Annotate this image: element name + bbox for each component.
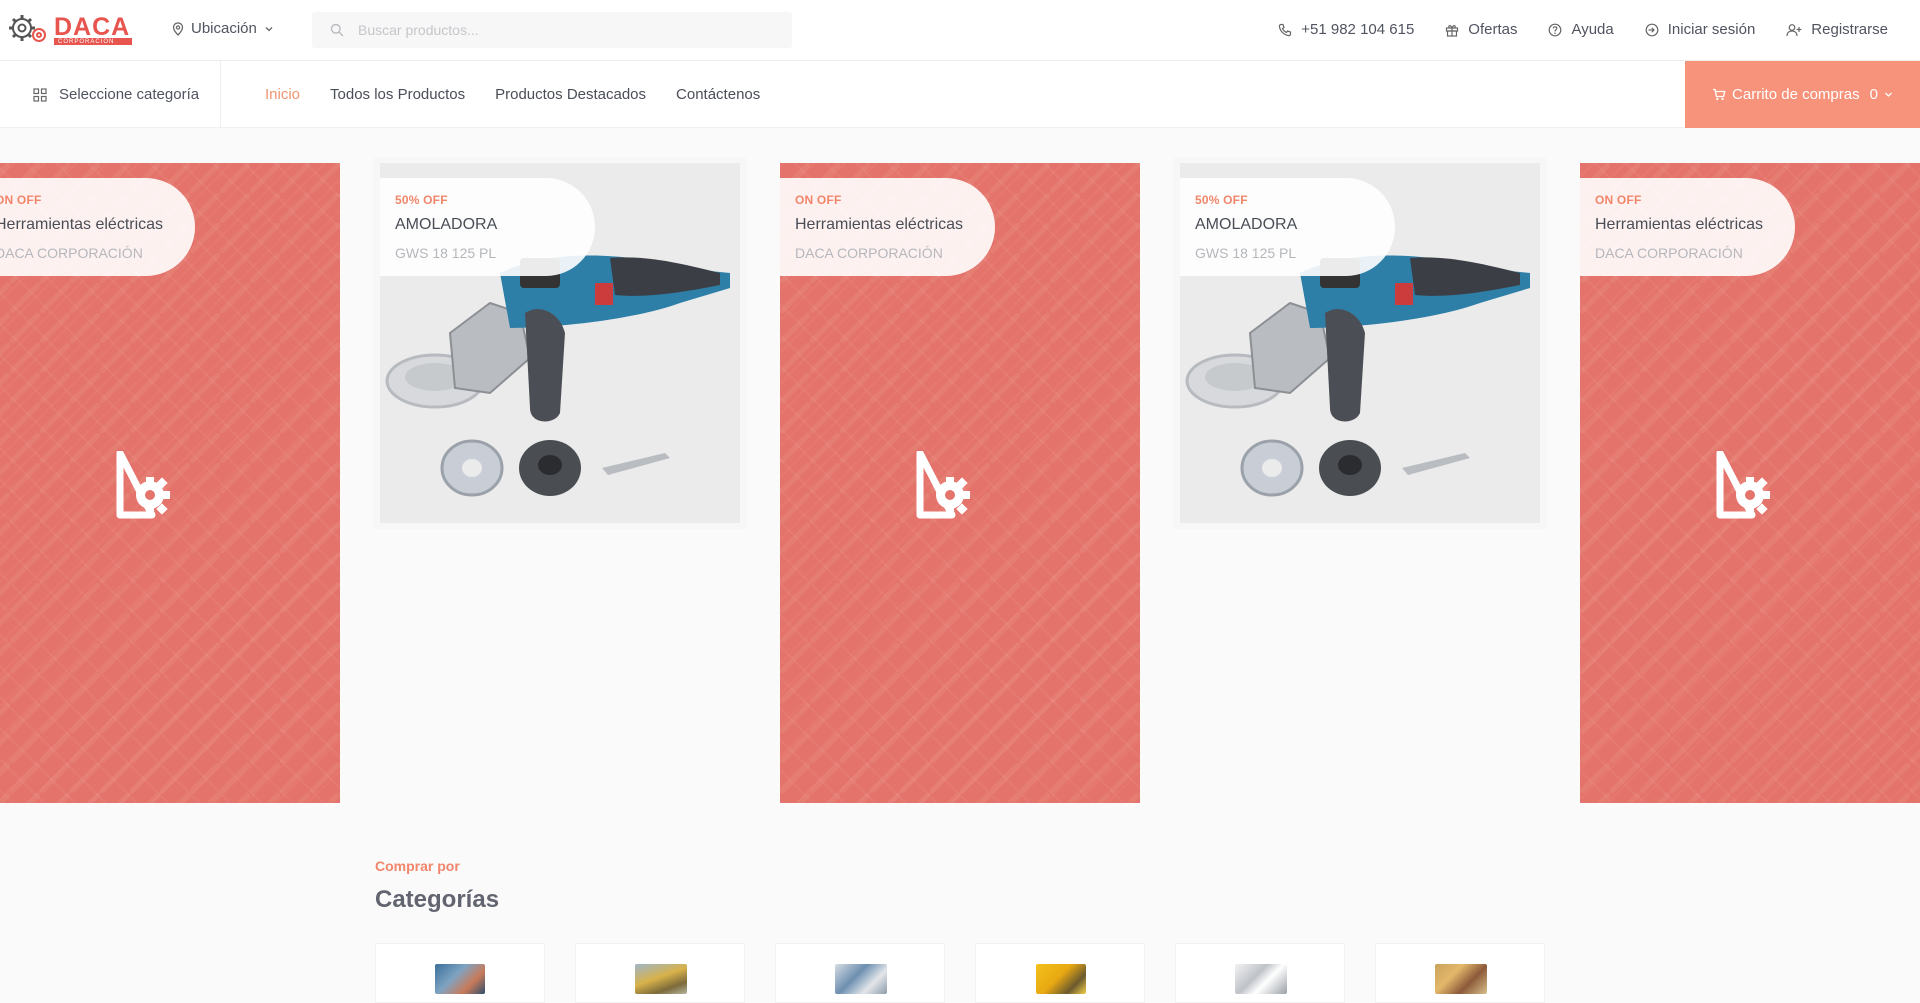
product-slide[interactable]: 50% OFF AMOLADORA GWS 18 125 PL <box>374 157 746 529</box>
search-bar <box>312 12 792 48</box>
slide-tag: 50% OFF <box>1195 193 1248 207</box>
category-thumbnail <box>435 964 485 994</box>
phone-icon <box>1278 23 1292 37</box>
offers-label: Ofertas <box>1468 21 1518 38</box>
slide-caption: 50% OFF AMOLADORA GWS 18 125 PL <box>1180 178 1395 276</box>
cart-button[interactable]: Carrito de compras 0 <box>1685 61 1920 128</box>
top-links: +51 982 104 615 Ofertas Ayuda Iniciar se… <box>1278 21 1888 38</box>
login-label: Iniciar sesión <box>1667 21 1756 38</box>
category-thumbnail <box>1435 964 1487 994</box>
phone-label: +51 982 104 615 <box>1301 21 1415 38</box>
logo-text: DACA <box>54 13 131 41</box>
promo-slide[interactable]: ON OFF Herramientas eléctricas DACA CORP… <box>1580 163 1920 803</box>
slide-caption: ON OFF Herramientas eléctricas DACA CORP… <box>1580 178 1795 276</box>
tools-logo-icon <box>1716 451 1772 519</box>
category-thumbnail <box>635 964 687 994</box>
nav-link-productos-destacados[interactable]: Productos Destacados <box>495 86 646 103</box>
category-card[interactable] <box>1175 943 1345 1003</box>
slide-title: Herramientas eléctricas <box>0 216 164 233</box>
category-selector-label: Seleccione categoría <box>59 86 200 103</box>
help-label: Ayuda <box>1571 21 1614 38</box>
chevron-down-icon <box>264 25 274 33</box>
nav-link-todos-productos[interactable]: Todos los Productos <box>330 86 465 103</box>
search-input[interactable] <box>356 21 756 39</box>
slide-subtitle: GWS 18 125 PL <box>395 245 497 261</box>
category-card[interactable] <box>775 943 945 1003</box>
slide-subtitle: DACA CORPORACIÓN <box>795 245 943 261</box>
location-selector[interactable]: Ubicación <box>172 20 274 37</box>
slide-title: AMOLADORA <box>395 216 498 233</box>
slide-title: Herramientas eléctricas <box>1595 216 1764 233</box>
tools-logo-icon <box>916 451 972 519</box>
chevron-down-icon <box>1884 91 1893 98</box>
grid-icon <box>33 87 47 102</box>
slide-caption: ON OFF Herramientas eléctricas DACA CORP… <box>780 178 995 276</box>
top-bar: DACA CORPORACIÓN Ubicación +51 982 104 6… <box>0 0 1920 61</box>
promo-slide[interactable]: ON OFF Herramientas eléctricas DACA CORP… <box>0 163 340 803</box>
login-icon <box>1645 23 1659 37</box>
login-link[interactable]: Iniciar sesión <box>1645 21 1756 38</box>
cart-label: Carrito de compras <box>1732 86 1860 103</box>
category-thumbnail <box>1036 964 1086 994</box>
section-kicker: Comprar por <box>375 858 460 874</box>
category-thumbnail <box>1235 964 1287 994</box>
category-card[interactable] <box>575 943 745 1003</box>
slide-tag: ON OFF <box>1595 193 1642 207</box>
category-card[interactable] <box>375 943 545 1003</box>
location-label: Ubicación <box>191 20 257 37</box>
slide-tag: ON OFF <box>795 193 842 207</box>
logo-subtext: CORPORACIÓN <box>58 39 115 45</box>
category-card[interactable] <box>1375 943 1545 1003</box>
user-plus-icon <box>1786 23 1802 37</box>
register-label: Registrarse <box>1811 21 1888 38</box>
nav-link-contactenos[interactable]: Contáctenos <box>676 86 760 103</box>
register-link[interactable]: Registrarse <box>1786 21 1888 38</box>
nav-link-inicio[interactable]: Inicio <box>265 86 300 103</box>
help-link[interactable]: Ayuda <box>1548 21 1614 38</box>
search-icon <box>330 23 344 37</box>
slide-tag: 50% OFF <box>395 193 448 207</box>
tools-logo-icon <box>116 451 172 519</box>
slide-caption: ON OFF Herramientas eléctricas DACA CORP… <box>0 178 195 276</box>
category-thumbnail <box>835 964 887 994</box>
slide-subtitle: DACA CORPORACIÓN <box>0 245 143 261</box>
map-pin-icon <box>172 21 184 36</box>
daca-logo[interactable]: DACA CORPORACIÓN <box>8 13 138 47</box>
slide-subtitle: DACA CORPORACIÓN <box>1595 245 1743 261</box>
cart-icon <box>1712 88 1726 101</box>
nav-links: Inicio Todos los Productos Productos Des… <box>265 61 760 128</box>
help-icon <box>1548 23 1562 37</box>
slide-title: AMOLADORA <box>1195 216 1298 233</box>
cart-count: 0 <box>1869 86 1878 103</box>
gift-icon <box>1445 23 1459 37</box>
category-selector[interactable]: Seleccione categoría <box>0 61 221 128</box>
slide-caption: 50% OFF AMOLADORA GWS 18 125 PL <box>380 178 595 276</box>
phone-link[interactable]: +51 982 104 615 <box>1278 21 1414 38</box>
slide-subtitle: GWS 18 125 PL <box>1195 245 1297 261</box>
product-slide[interactable]: 50% OFF AMOLADORA GWS 18 125 PL <box>1174 157 1546 529</box>
section-title: Categorías <box>375 886 500 913</box>
promo-slide[interactable]: ON OFF Herramientas eléctricas DACA CORP… <box>780 163 1140 803</box>
main-nav: Seleccione categoría Inicio Todos los Pr… <box>0 61 1920 128</box>
slide-title: Herramientas eléctricas <box>795 216 964 233</box>
slide-tag: ON OFF <box>0 193 42 207</box>
category-card[interactable] <box>975 943 1145 1003</box>
offers-link[interactable]: Ofertas <box>1445 21 1517 38</box>
